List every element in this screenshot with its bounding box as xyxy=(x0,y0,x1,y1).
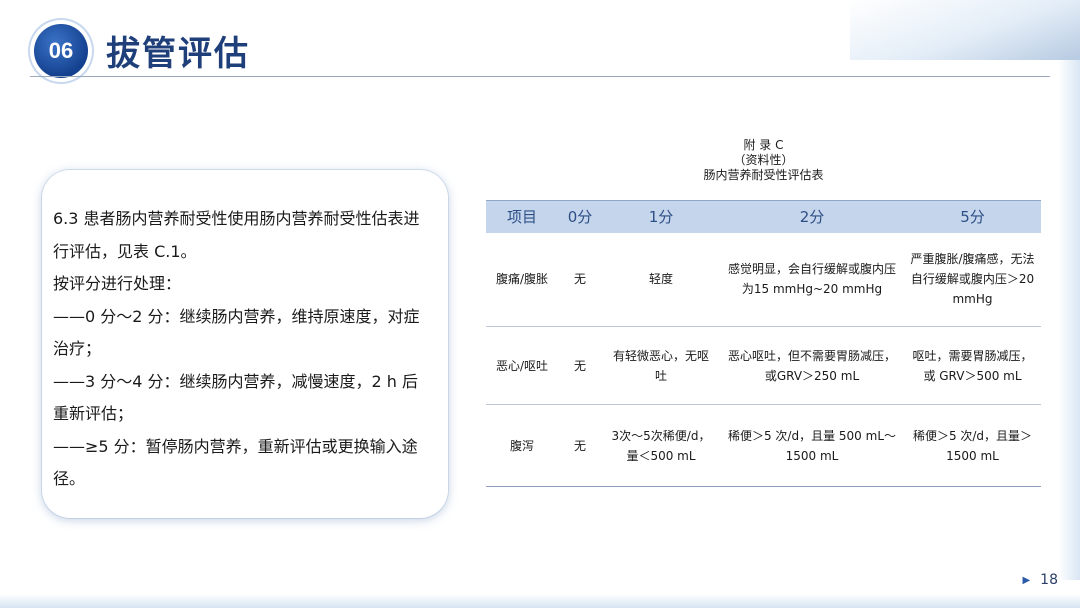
page-number: 18 xyxy=(1040,572,1058,588)
table-header-row: 项目 0分 1分 2分 5分 xyxy=(486,200,1041,233)
page-title: 拔管评估 xyxy=(106,34,250,74)
table-row: 腹泻 无 3次～5次稀便/d，量＜500 mL 稀便＞5 次/d，且量 500 … xyxy=(486,404,1041,487)
text-line: 6.3 患者肠内营养耐受性使用肠内营养耐受性估表进行评估，见表 C.1。 xyxy=(53,209,420,261)
header-divider xyxy=(30,76,1050,77)
table-row: 腹痛/腹胀 无 轻度 感觉明显，会自行缓解或腹内压为15 mmHg~20 mmH… xyxy=(486,232,1041,327)
table-cell: 腹痛/腹胀 xyxy=(486,232,558,327)
table-cell: 腹泻 xyxy=(486,404,558,487)
table-cell: 感觉明显，会自行缓解或腹内压为15 mmHg~20 mmHg xyxy=(720,232,904,327)
guideline-text-card: 6.3 患者肠内营养耐受性使用肠内营养耐受性估表进行评估，见表 C.1。 按评分… xyxy=(42,170,448,518)
table-cell: 轻度 xyxy=(602,232,720,327)
table-cell: 稀便＞5 次/d，且量 500 mL～1500 mL xyxy=(720,404,904,487)
table-caption: 附 录 C （资料性） 肠内营养耐受性评估表 xyxy=(486,138,1041,183)
header-cell: 0分 xyxy=(558,200,602,233)
bottom-decoration xyxy=(0,594,1080,608)
edge-decoration xyxy=(1058,60,1080,580)
table-cell: 恶心/呕吐 xyxy=(486,326,558,405)
text-line: 按评分进行处理： xyxy=(53,274,182,293)
appendix-label: 附 录 C xyxy=(743,138,784,152)
appendix-type: （资料性） xyxy=(733,153,794,167)
table-cell: 无 xyxy=(558,232,602,327)
table-cell: 恶心呕吐，但不需要胃肠减压，或GRV＞250 mL xyxy=(720,326,904,405)
slide-header: 06 拔管评估 xyxy=(30,18,1050,78)
play-arrow-icon: ▶ xyxy=(1022,574,1031,586)
tolerance-table: 项目 0分 1分 2分 5分 腹痛/腹胀 无 轻度 感觉明显，会自行缓解或腹内压… xyxy=(486,200,1041,487)
table-cell: 呕吐，需要胃肠减压，或 GRV＞500 mL xyxy=(904,326,1041,405)
header-cell: 2分 xyxy=(720,200,904,233)
slide: 06 拔管评估 6.3 患者肠内营养耐受性使用肠内营养耐受性估表进行评估，见表 … xyxy=(0,0,1080,608)
table-cell: 无 xyxy=(558,404,602,487)
table-cell: 3次～5次稀便/d，量＜500 mL xyxy=(602,404,720,487)
table-row: 恶心/呕吐 无 有轻微恶心，无呕吐 恶心呕吐，但不需要胃肠减压，或GRV＞250… xyxy=(486,326,1041,405)
table-cell: 严重腹胀/腹痛感，无法自行缓解或腹内压＞20 mmHg xyxy=(904,232,1041,327)
table-cell: 有轻微恶心，无呕吐 xyxy=(602,326,720,405)
header-cell: 5分 xyxy=(904,200,1041,233)
header-cell: 1分 xyxy=(602,200,720,233)
header-cell: 项目 xyxy=(486,200,558,233)
table-cell: 稀便＞5 次/d，且量＞1500 mL xyxy=(904,404,1041,487)
table-cell: 无 xyxy=(558,326,602,405)
table-title: 肠内营养耐受性评估表 xyxy=(703,168,824,182)
text-line: ——0 分～2 分：继续肠内营养，维持原速度，对症治疗； xyxy=(53,306,420,359)
text-line: ——≥5 分：暂停肠内营养，重新评估或更换输入途径。 xyxy=(53,436,418,489)
section-number-badge: 06 xyxy=(34,24,88,78)
text-line: ——3 分～4 分：继续肠内营养，减慢速度，2 h 后重新评估； xyxy=(53,371,419,424)
page-indicator: ▶ 18 xyxy=(1022,572,1058,588)
